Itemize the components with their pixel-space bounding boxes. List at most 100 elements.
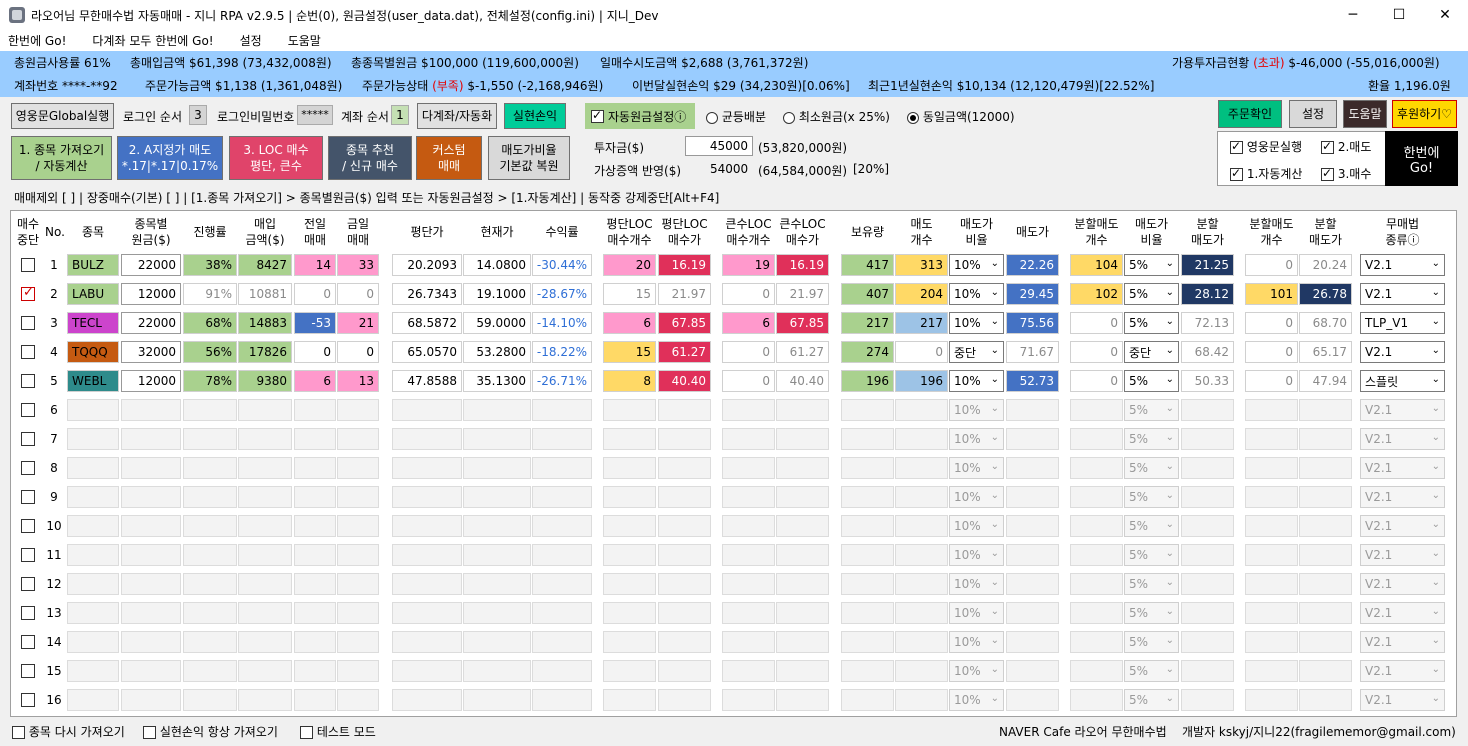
check-sell[interactable]: 2.매도 <box>1321 138 1371 155</box>
sell-ratio-select[interactable]: 10% ⌄ <box>949 312 1004 334</box>
radio-min-principal[interactable]: 최소원금(x 25%) <box>783 108 890 125</box>
split-ratio-select[interactable]: 5% ⌄ <box>1124 254 1179 276</box>
stop-buy-checkbox[interactable] <box>21 403 35 417</box>
login-order-value[interactable]: 3 <box>189 105 207 125</box>
realized-pnl-button[interactable]: 실현손익 <box>504 103 566 129</box>
sell-ratio-select[interactable]: 10% ⌄ <box>949 689 1004 711</box>
stop-buy-checkbox[interactable] <box>21 548 35 562</box>
menu-multi-account-go[interactable]: 다계좌 모두 한번에 Go! <box>92 32 213 49</box>
stop-buy-checkbox[interactable] <box>21 664 35 678</box>
method-select[interactable]: V2.1 ⌄ <box>1360 544 1445 566</box>
check-buy-box[interactable] <box>1321 166 1334 181</box>
help-button[interactable]: 도움말 <box>1343 100 1387 128</box>
check-run-hts[interactable]: 영웅문실행 <box>1230 138 1302 155</box>
stop-buy-checkbox[interactable] <box>21 432 35 446</box>
principal-input[interactable]: 32000 <box>121 341 181 363</box>
principal-input[interactable]: 22000 <box>121 312 181 334</box>
method-select[interactable]: V2.1 ⌄ <box>1360 486 1445 508</box>
sell-ratio-select[interactable]: 중단 ⌄ <box>949 341 1004 363</box>
menu-help[interactable]: 도움말 <box>288 32 321 49</box>
method-select[interactable]: V2.1 ⌄ <box>1360 660 1445 682</box>
method-select[interactable]: V2.1 ⌄ <box>1360 254 1445 276</box>
minimize-button[interactable]: ─ <box>1330 0 1376 30</box>
split-ratio-select[interactable]: 중단 ⌄ <box>1124 341 1179 363</box>
empty-cell[interactable] <box>121 602 181 624</box>
method-select[interactable]: V2.1 ⌄ <box>1360 428 1445 450</box>
stop-buy-checkbox[interactable] <box>21 606 35 620</box>
method-select[interactable]: V2.1 ⌄ <box>1360 573 1445 595</box>
ticker-cell[interactable]: LABU <box>67 283 119 305</box>
sell-ratio-select[interactable]: 10% ⌄ <box>949 515 1004 537</box>
split-ratio-select[interactable]: 5% ⌄ <box>1124 515 1179 537</box>
radio-same-amount[interactable]: 동일금액(12000) <box>907 108 1015 125</box>
menu-settings[interactable]: 설정 <box>240 32 262 49</box>
stop-buy-checkbox[interactable] <box>21 316 35 330</box>
stop-buy-checkbox[interactable] <box>21 345 35 359</box>
method-select[interactable]: V2.1 ⌄ <box>1360 457 1445 479</box>
sell-ratio-select[interactable]: 10% ⌄ <box>949 283 1004 305</box>
radio-same-amount-icon[interactable] <box>907 111 919 124</box>
split-ratio-select[interactable]: 5% ⌄ <box>1124 573 1179 595</box>
method-select[interactable]: V2.1 ⌄ <box>1360 341 1445 363</box>
limit-sell-button[interactable]: 2. A지정가 매도 *.17|*.17|0.17% <box>117 136 223 180</box>
go-once-button[interactable]: 한번에 Go! <box>1385 131 1458 186</box>
method-select[interactable]: V2.1 ⌄ <box>1360 399 1445 421</box>
method-select[interactable]: TLP_V1 ⌄ <box>1360 312 1445 334</box>
stop-buy-checkbox[interactable] <box>21 285 35 301</box>
sell-ratio-select[interactable]: 10% ⌄ <box>949 631 1004 653</box>
split-ratio-select[interactable]: 5% ⌄ <box>1124 370 1179 392</box>
ticker-cell[interactable]: TECL <box>67 312 119 334</box>
empty-cell[interactable] <box>121 457 181 479</box>
sell-ratio-select[interactable]: 10% ⌄ <box>949 254 1004 276</box>
custom-trade-button[interactable]: 커스텀 매매 <box>416 136 482 180</box>
split-ratio-select[interactable]: 5% ⌄ <box>1124 457 1179 479</box>
ticker-cell[interactable]: TQQQ <box>67 341 119 363</box>
check-buy[interactable]: 3.매수 <box>1321 165 1371 182</box>
empty-cell[interactable] <box>121 689 181 711</box>
donate-button[interactable]: 후원하기♡ <box>1392 100 1457 128</box>
radio-min-principal-icon[interactable] <box>783 111 795 124</box>
method-select[interactable]: V2.1 ⌄ <box>1360 631 1445 653</box>
split-ratio-select[interactable]: 5% ⌄ <box>1124 660 1179 682</box>
check-auto-calc-box[interactable] <box>1230 166 1243 181</box>
maximize-button[interactable]: ☐ <box>1376 0 1422 30</box>
method-select[interactable]: V2.1 ⌄ <box>1360 602 1445 624</box>
settings-button[interactable]: 설정 <box>1289 100 1337 128</box>
empty-cell[interactable] <box>121 515 181 537</box>
restore-ratio-button[interactable]: 매도가비율 기본값 복원 <box>488 136 570 180</box>
sell-ratio-select[interactable]: 10% ⌄ <box>949 370 1004 392</box>
split-ratio-select[interactable]: 5% ⌄ <box>1124 312 1179 334</box>
footer-test-mode[interactable]: 테스트 모드 <box>300 723 376 740</box>
stop-buy-checkbox[interactable] <box>21 461 35 475</box>
empty-cell[interactable] <box>121 399 181 421</box>
split-ratio-select[interactable]: 5% ⌄ <box>1124 399 1179 421</box>
sell-ratio-select[interactable]: 10% ⌄ <box>949 660 1004 682</box>
check-sell-box[interactable] <box>1321 139 1334 154</box>
auto-principal-checkbox[interactable] <box>591 108 604 123</box>
order-confirm-button[interactable]: 주문확인 <box>1218 100 1282 128</box>
empty-cell[interactable] <box>121 486 181 508</box>
fetch-tickers-button[interactable]: 1. 종목 가져오기 / 자동계산 <box>11 136 112 180</box>
close-button[interactable]: ✕ <box>1422 0 1468 30</box>
footer-always-pnl-box[interactable] <box>143 726 156 739</box>
empty-cell[interactable] <box>121 544 181 566</box>
radio-equal-split[interactable]: 균등배분 <box>706 108 766 125</box>
split-ratio-select[interactable]: 5% ⌄ <box>1124 544 1179 566</box>
ticker-cell[interactable]: WEBL <box>67 370 119 392</box>
split-ratio-select[interactable]: 5% ⌄ <box>1124 486 1179 508</box>
menu-go-once[interactable]: 한번에 Go! <box>8 32 66 49</box>
stop-buy-checkbox[interactable] <box>21 490 35 504</box>
check-run-hts-box[interactable] <box>1230 139 1243 154</box>
footer-test-mode-box[interactable] <box>300 726 313 739</box>
sell-ratio-select[interactable]: 10% ⌄ <box>949 486 1004 508</box>
account-order-value[interactable]: 1 <box>391 105 409 125</box>
auto-principal-toggle[interactable]: 자동원금설정ⓘ <box>585 103 695 129</box>
principal-input[interactable]: 12000 <box>121 283 181 305</box>
footer-always-pnl[interactable]: 실현손익 항상 가져오기 <box>143 723 278 740</box>
split-ratio-select[interactable]: 5% ⌄ <box>1124 602 1179 624</box>
sell-ratio-select[interactable]: 10% ⌄ <box>949 399 1004 421</box>
stop-buy-checkbox[interactable] <box>21 374 35 388</box>
principal-input[interactable]: 22000 <box>121 254 181 276</box>
check-auto-calc[interactable]: 1.자동계산 <box>1230 165 1302 182</box>
split-ratio-select[interactable]: 5% ⌄ <box>1124 428 1179 450</box>
